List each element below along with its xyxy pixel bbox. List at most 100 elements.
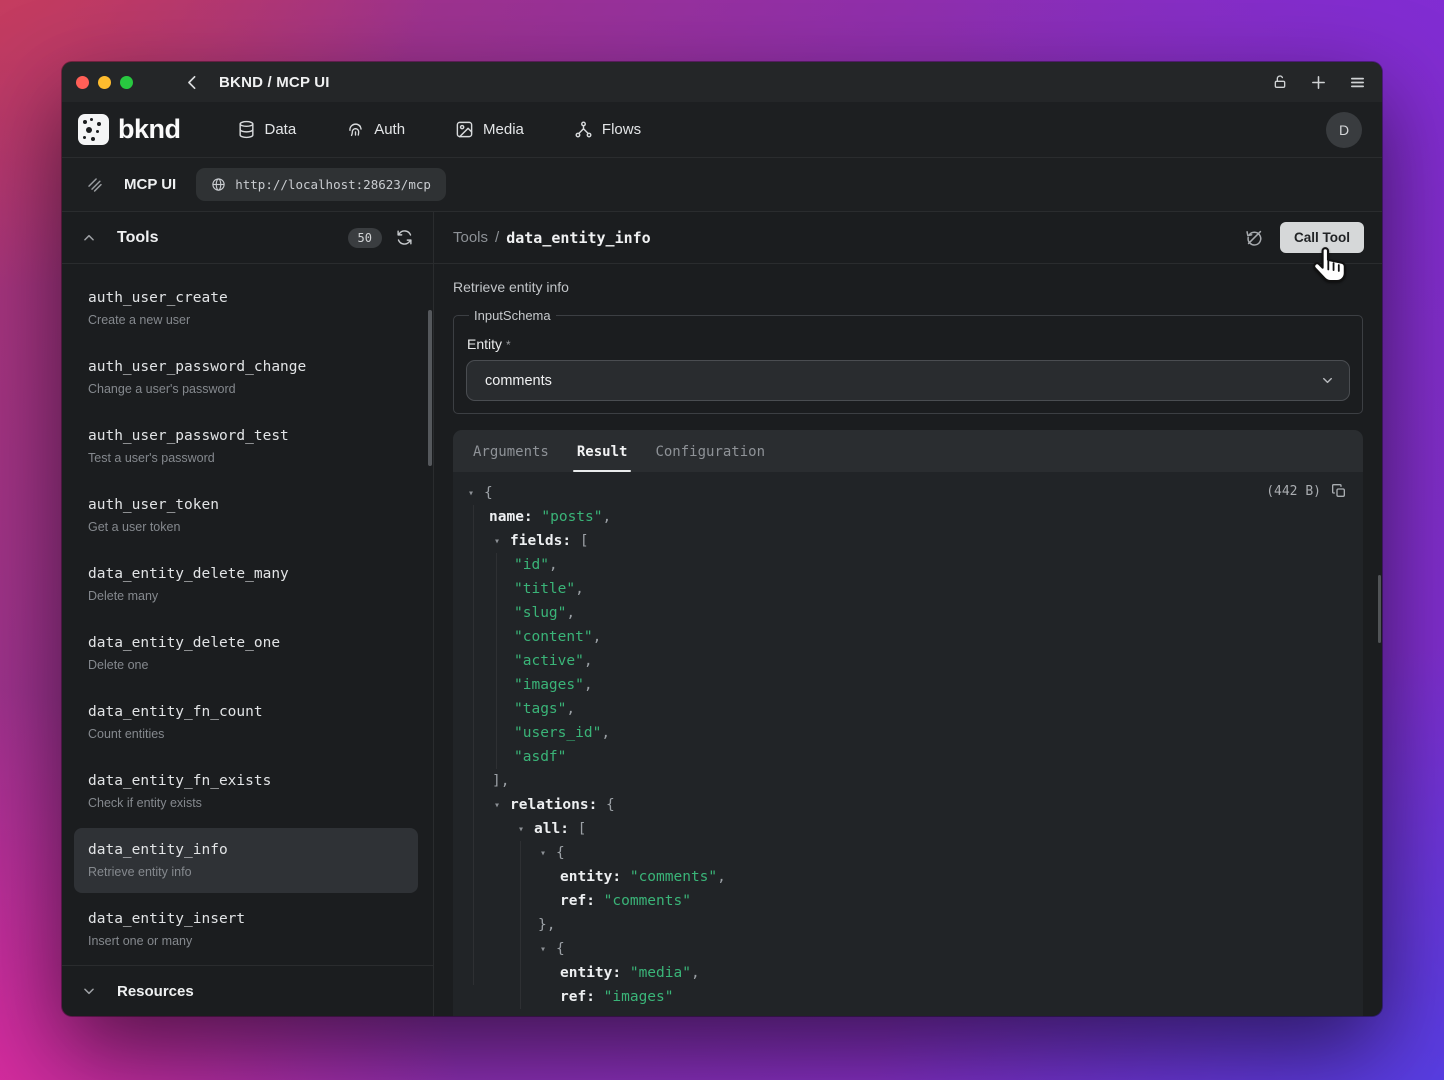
collapse-triangle-icon[interactable]: ▾ <box>540 938 549 962</box>
tool-item[interactable]: auth_user_password_test Test a user's pas… <box>74 414 418 479</box>
json-line: ref: "images" <box>468 985 1347 1009</box>
collapse-triangle-icon[interactable]: ▾ <box>468 482 477 506</box>
chevron-left-icon <box>184 74 201 91</box>
json-line: ▾ fields: [ <box>468 529 1347 553</box>
json-string: "media" <box>630 965 691 981</box>
json-line: "users_id", <box>468 721 1347 745</box>
json-punctuation: { <box>484 485 493 501</box>
json-key: relations: <box>510 797 606 813</box>
json-string: "title" <box>514 581 575 597</box>
tool-description: Retrieve entity info <box>453 279 1363 295</box>
tab-strip: Arguments Result Configuration <box>453 430 1363 472</box>
json-punctuation: [ <box>580 533 589 549</box>
json-key: name: <box>489 509 541 525</box>
json-punctuation: , <box>593 629 602 645</box>
fingerprint-icon <box>346 120 365 139</box>
collapse-triangle-icon[interactable]: ▾ <box>494 530 503 554</box>
hamburger-menu-icon <box>1349 74 1366 91</box>
workflow-icon <box>574 120 593 139</box>
breadcrumb-separator: / <box>495 229 499 246</box>
json-string: "images" <box>514 677 584 693</box>
close-window-button[interactable] <box>76 76 89 89</box>
tool-item[interactable]: data_entity_delete_oneDelete one <box>74 621 418 686</box>
refresh-tools-button[interactable] <box>396 229 413 246</box>
history-off-icon[interactable] <box>1245 228 1264 247</box>
image-icon <box>455 120 474 139</box>
brand-name: bknd <box>118 114 181 145</box>
json-key: fields: <box>510 533 580 549</box>
lock-open-icon[interactable] <box>1272 74 1288 90</box>
json-key: ref: <box>560 989 604 1005</box>
tool-desc: Test a user's password <box>88 450 404 467</box>
tool-item[interactable]: auth_user_password_changeChange a user's… <box>74 345 418 410</box>
minimize-window-button[interactable] <box>98 76 111 89</box>
app-header: bknd Data Auth Media Flows D <box>62 102 1382 158</box>
brand-logo[interactable]: bknd <box>78 114 181 145</box>
tool-item[interactable]: auth_user_createCreate a new user <box>74 276 418 341</box>
breadcrumb-section[interactable]: Tools <box>453 229 488 246</box>
nav-label: Flows <box>602 121 641 138</box>
main-scrollbar[interactable] <box>1378 575 1381 643</box>
nav-item-auth[interactable]: Auth <box>346 120 405 139</box>
json-line: "id", <box>468 553 1347 577</box>
sidebar-scrollbar[interactable] <box>428 310 432 466</box>
new-tab-button[interactable] <box>1310 74 1327 91</box>
json-string: "slug" <box>514 605 566 621</box>
json-string: "users_id" <box>514 725 601 741</box>
tab-result[interactable]: Result <box>575 444 630 472</box>
back-button[interactable] <box>184 74 201 91</box>
resources-section-header[interactable]: Resources <box>62 965 433 1016</box>
json-punctuation: { <box>556 941 565 957</box>
nav-item-flows[interactable]: Flows <box>574 120 641 139</box>
tool-item[interactable]: data_entity_delete_manyDelete many <box>74 552 418 617</box>
json-punctuation: , <box>584 677 593 693</box>
tab-arguments[interactable]: Arguments <box>471 444 551 472</box>
tool-name: data_entity_fn_exists <box>88 771 404 791</box>
json-punctuation: , <box>601 725 610 741</box>
entity-label-text: Entity <box>467 336 502 352</box>
tool-item[interactable]: data_entity_fn_countCount entities <box>74 690 418 755</box>
json-punctuation: , <box>549 557 558 573</box>
tools-section-label: Tools <box>117 229 158 247</box>
zoom-window-button[interactable] <box>120 76 133 89</box>
json-line: "asdf" <box>468 745 1347 769</box>
tool-name: auth_user_create <box>88 288 404 308</box>
tool-name: data_entity_info <box>88 840 404 860</box>
tool-name: data_entity_insert <box>88 909 404 929</box>
mcp-toolbar: MCP UI http://localhost:28623/mcp <box>62 158 1382 212</box>
tools-section-header[interactable]: Tools 50 <box>62 212 433 264</box>
collapse-triangle-icon[interactable]: ▾ <box>494 794 503 818</box>
tool-item[interactable]: auth_user_tokenGet a user token <box>74 483 418 548</box>
nav-label: Auth <box>374 121 405 138</box>
user-avatar[interactable]: D <box>1326 112 1362 148</box>
tool-name: auth_user_password_test <box>88 426 404 446</box>
collapse-triangle-icon[interactable]: ▾ <box>540 842 549 866</box>
menu-button[interactable] <box>1349 74 1366 91</box>
nav-item-media[interactable]: Media <box>455 120 524 139</box>
tool-item-selected[interactable]: data_entity_infoRetrieve entity info <box>74 828 418 893</box>
json-string: "comments" <box>604 893 691 909</box>
json-line: entity: "media", <box>468 961 1347 985</box>
tab-configuration[interactable]: Configuration <box>653 444 767 472</box>
json-punctuation: { <box>556 845 565 861</box>
tool-item[interactable]: data_entity_fn_existsCheck if entity exi… <box>74 759 418 824</box>
result-panel: Arguments Result Configuration (442 B) <box>453 430 1363 1016</box>
nav-item-data[interactable]: Data <box>237 120 297 139</box>
json-lines: ▾{name: "posts",▾fields: ["id","title","… <box>468 481 1347 1009</box>
bknd-logo-icon <box>78 114 109 145</box>
tools-sidebar: Tools 50 auth_user_createCreate a new us… <box>62 212 434 1016</box>
server-url-pill[interactable]: http://localhost:28623/mcp <box>196 168 446 201</box>
entity-select[interactable]: comments <box>466 360 1350 401</box>
json-line: "images", <box>468 673 1347 697</box>
json-punctuation: , <box>603 509 612 525</box>
main-panel: Tools / data_entity_info Call Tool Retri… <box>434 212 1382 1016</box>
collapse-triangle-icon[interactable]: ▾ <box>518 818 527 842</box>
json-string: "posts" <box>541 509 602 525</box>
mcp-tool-icon <box>86 176 104 194</box>
entity-field-label: Entity* <box>467 336 1350 352</box>
window-title: BKND / MCP UI <box>219 74 330 91</box>
json-punctuation: ], <box>492 773 509 789</box>
json-line: name: "posts", <box>468 505 1347 529</box>
tool-item[interactable]: data_entity_insertInsert one or many <box>74 897 418 962</box>
copy-icon[interactable] <box>1331 483 1347 499</box>
